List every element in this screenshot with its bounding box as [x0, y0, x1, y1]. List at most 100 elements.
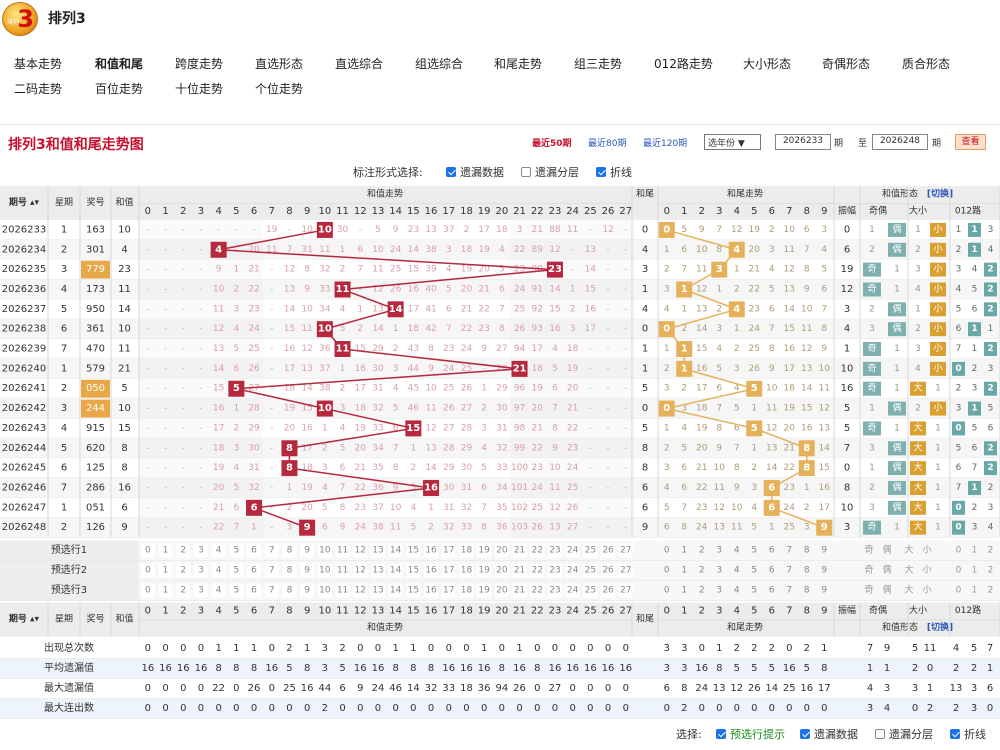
pre-r012-cell[interactable]: 2 — [988, 566, 994, 576]
pre-sum-cell[interactable]: 7 — [269, 586, 275, 596]
top-opt-item-0[interactable]: 遗漏数据 — [446, 164, 504, 180]
pre-sum-cell[interactable]: 17 — [443, 566, 454, 576]
pre-sum-cell[interactable]: 27 — [620, 566, 631, 576]
checkbox-icon[interactable] — [596, 167, 606, 177]
pre-tail-cell[interactable]: 5 — [751, 546, 757, 556]
pre-r012-cell[interactable]: 1 — [972, 586, 978, 596]
nav-item-14[interactable]: 十位走势 — [175, 80, 223, 97]
pre-tail-cell[interactable]: 5 — [751, 586, 757, 596]
pre-sum-cell[interactable]: 8 — [287, 546, 293, 556]
brand-logo[interactable]: 排列 3 — [2, 2, 38, 36]
pre-sum-cell[interactable]: 0 — [145, 586, 151, 596]
top-opt-item-2[interactable]: 折线 — [596, 164, 632, 180]
bot-opt-item-0[interactable]: 预选行提示 — [716, 726, 785, 742]
pre-form-cell[interactable]: 偶 — [882, 544, 891, 556]
pre-form-cell[interactable]: 偶 — [882, 564, 891, 576]
pre-sum-cell[interactable]: 11 — [337, 586, 348, 596]
top-opt-item-1[interactable]: 遗漏分层 — [521, 164, 579, 180]
pre-sum-cell[interactable]: 10 — [319, 546, 331, 556]
pre-tail-cell[interactable]: 8 — [804, 586, 810, 596]
pre-sum-cell[interactable]: 16 — [425, 586, 437, 596]
pre-r012-cell[interactable]: 0 — [956, 546, 962, 556]
pre-tail-cell[interactable]: 7 — [786, 546, 792, 556]
pre-tail-cell[interactable]: 8 — [804, 566, 810, 576]
pre-sum-cell[interactable]: 8 — [287, 586, 293, 596]
pre-tail-cell[interactable]: 3 — [716, 546, 722, 556]
pre-sum-cell[interactable]: 26 — [602, 546, 614, 556]
pre-sum-cell[interactable]: 22 — [532, 586, 543, 596]
pre-sum-cell[interactable]: 5 — [233, 566, 239, 576]
pre-tail-cell[interactable]: 6 — [769, 546, 775, 556]
pre-sum-cell[interactable]: 16 — [425, 566, 437, 576]
pre-sum-cell[interactable]: 9 — [304, 546, 310, 556]
pre-sum-cell[interactable]: 27 — [620, 586, 631, 596]
pre-tail-cell[interactable]: 2 — [699, 566, 705, 576]
pre-form-cell[interactable]: 小 — [922, 585, 931, 596]
pre-sum-cell[interactable]: 4 — [216, 566, 222, 576]
pre-sum-cell[interactable]: 9 — [304, 566, 310, 576]
pre-sum-cell[interactable]: 13 — [372, 566, 383, 576]
pre-sum-cell[interactable]: 22 — [532, 546, 543, 556]
pre-sum-cell[interactable]: 20 — [496, 566, 508, 576]
pre-sum-cell[interactable]: 6 — [251, 566, 257, 576]
pre-sum-cell[interactable]: 14 — [390, 586, 402, 596]
pre-sum-cell[interactable]: 15 — [408, 586, 419, 596]
pre-sum-cell[interactable]: 18 — [461, 586, 473, 596]
pre-sum-cell[interactable]: 3 — [198, 586, 204, 596]
pre-r012-cell[interactable]: 0 — [956, 586, 962, 596]
pre-sum-cell[interactable]: 4 — [216, 546, 222, 556]
year-select[interactable]: 选年份 ▼ — [704, 134, 761, 150]
pre-sum-cell[interactable]: 6 — [251, 586, 257, 596]
nav-item-10[interactable]: 奇偶形态 — [822, 55, 870, 72]
pre-sum-cell[interactable]: 23 — [549, 546, 560, 556]
pre-sum-cell[interactable]: 1 — [163, 566, 169, 576]
checkbox-icon[interactable] — [950, 729, 960, 739]
pre-form-cell[interactable]: 大 — [904, 584, 913, 596]
pre-sum-cell[interactable]: 24 — [567, 586, 579, 596]
pre-form-cell[interactable]: 奇 — [864, 584, 873, 596]
pre-sum-cell[interactable]: 24 — [567, 566, 579, 576]
pre-sum-cell[interactable]: 12 — [355, 586, 366, 596]
pre-sum-cell[interactable]: 0 — [145, 546, 151, 556]
pre-sum-cell[interactable]: 4 — [216, 586, 222, 596]
pre-sum-cell[interactable]: 22 — [532, 566, 543, 576]
nav-item-7[interactable]: 组三走势 — [574, 55, 622, 72]
pre-sum-cell[interactable]: 13 — [372, 546, 383, 556]
pre-sum-cell[interactable]: 17 — [443, 546, 454, 556]
pre-sum-cell[interactable]: 24 — [567, 546, 579, 556]
nav-item-15[interactable]: 个位走势 — [255, 80, 303, 97]
pre-form-cell[interactable]: 奇 — [864, 564, 873, 576]
pre-tail-cell[interactable]: 3 — [716, 586, 722, 596]
pre-sum-cell[interactable]: 25 — [585, 586, 596, 596]
checkbox-icon[interactable] — [446, 167, 456, 177]
pre-tail-cell[interactable]: 9 — [821, 586, 827, 596]
nav-item-6[interactable]: 和尾走势 — [494, 55, 542, 72]
pre-form-cell[interactable]: 小 — [922, 565, 931, 576]
nav-item-1[interactable]: 和值和尾 — [95, 55, 143, 72]
bot-opt-item-2[interactable]: 遗漏分层 — [875, 726, 933, 742]
pre-sum-cell[interactable]: 20 — [496, 546, 508, 556]
pre-sum-cell[interactable]: 15 — [408, 546, 419, 556]
pre-form-cell[interactable]: 偶 — [882, 584, 891, 596]
pre-tail-cell[interactable]: 1 — [681, 546, 687, 556]
pre-sum-cell[interactable]: 3 — [198, 566, 204, 576]
pre-sum-cell[interactable]: 26 — [602, 566, 614, 576]
pre-tail-cell[interactable]: 6 — [769, 586, 775, 596]
pre-sum-cell[interactable]: 6 — [251, 546, 257, 556]
pre-sum-cell[interactable]: 12 — [355, 546, 366, 556]
switch-link[interactable]: [切换] — [927, 621, 953, 633]
pre-sum-cell[interactable]: 18 — [461, 546, 473, 556]
checkbox-icon[interactable] — [521, 167, 531, 177]
pre-sum-cell[interactable]: 1 — [163, 586, 169, 596]
pre-tail-cell[interactable]: 5 — [751, 566, 757, 576]
pre-form-cell[interactable]: 小 — [922, 545, 931, 556]
pre-sum-cell[interactable]: 26 — [602, 586, 614, 596]
pre-tail-cell[interactable]: 7 — [786, 566, 792, 576]
pre-sum-cell[interactable]: 14 — [390, 546, 402, 556]
pre-tail-cell[interactable]: 0 — [664, 546, 670, 556]
to-period-input[interactable]: 2026248 — [872, 134, 928, 150]
pre-form-cell[interactable]: 大 — [904, 544, 913, 556]
pre-sum-cell[interactable]: 21 — [514, 586, 525, 596]
pre-tail-cell[interactable]: 4 — [734, 586, 740, 596]
nav-item-2[interactable]: 跨度走势 — [175, 55, 223, 72]
